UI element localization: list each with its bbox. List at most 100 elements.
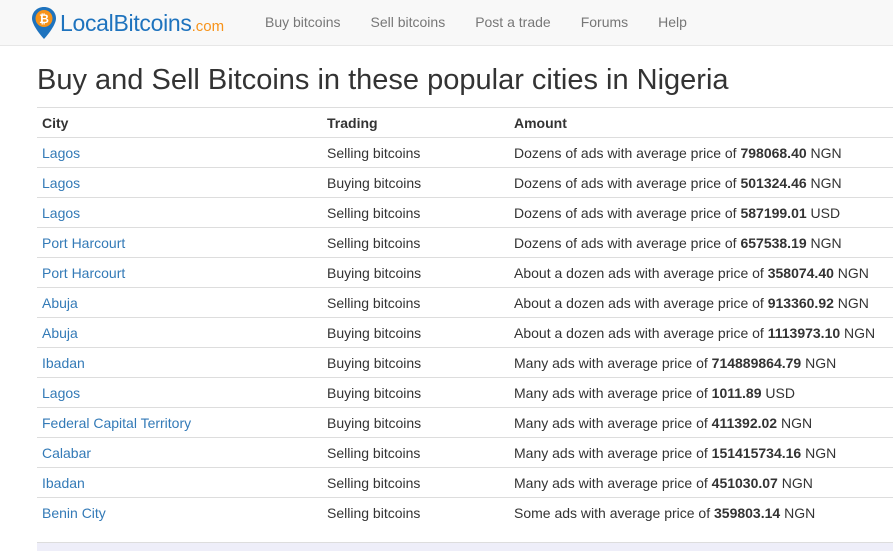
currency-code: NGN: [810, 234, 842, 251]
amount-description: Many ads with average price of: [514, 354, 712, 371]
city-cell: Lagos: [37, 167, 322, 198]
city-link[interactable]: Calabar: [42, 445, 91, 461]
city-link[interactable]: Ibadan: [42, 475, 85, 491]
city-cell: Lagos: [37, 197, 322, 228]
amount-cell: About a dozen ads with average price of …: [509, 287, 893, 318]
table-row: Ibadan Buying bitcoins Many ads with avera…: [37, 347, 893, 378]
city-link[interactable]: Port Harcourt: [42, 235, 125, 251]
table-row: Lagos Buying bitcoins Dozens of ads with a…: [37, 167, 893, 198]
amount-cell: Dozens of ads with average price of 5871…: [509, 197, 893, 228]
average-price: 657538.19: [740, 234, 807, 251]
average-price: 359803.14: [714, 504, 781, 521]
table-row: Lagos Selling bitcoins Dozens of ads with …: [37, 197, 893, 228]
table-row: Abuja Buying bitcoins About a dozen ads wi…: [37, 317, 893, 348]
currency-code: NGN: [780, 414, 813, 431]
nav-forums[interactable]: Forums: [566, 0, 643, 45]
bitcoin-pin-icon: ₿: [32, 7, 56, 39]
amount-cell: About a dozen ads with average price of …: [509, 257, 893, 288]
nav-post-a-trade[interactable]: Post a trade: [460, 0, 566, 45]
amount-cell: Dozens of ads with average price of 6575…: [509, 227, 893, 258]
currency-code: NGN: [810, 144, 842, 161]
city-link[interactable]: Lagos: [42, 385, 80, 401]
amount-cell: Dozens of ads with average price of 5013…: [509, 167, 893, 198]
city-cell: Calabar: [37, 437, 322, 468]
nav-buy-bitcoins[interactable]: Buy bitcoins: [250, 0, 355, 45]
nav-help[interactable]: Help: [643, 0, 702, 45]
city-link[interactable]: Abuja: [42, 325, 78, 341]
table-row: Calabar Selling bitcoins Many ads with ave…: [37, 437, 893, 468]
city-cell: Benin City: [37, 497, 322, 528]
brand-logo-link[interactable]: ₿ LocalBitcoins.com: [31, 6, 224, 40]
city-cell: Federal Capital Territory: [37, 407, 322, 438]
city-link[interactable]: Lagos: [42, 205, 80, 221]
amount-description: Many ads with average price of: [514, 414, 712, 431]
trading-cell: Buying bitcoins: [322, 317, 509, 348]
page-title: Buy and Sell Bitcoins in these popular c…: [37, 64, 729, 96]
table-row: Abuja Selling bitcoins About a dozen ads w…: [37, 287, 893, 318]
amount-description: Dozens of ads with average price of: [514, 234, 741, 251]
amount-cell: Many ads with average price of 1011.89 U…: [509, 377, 893, 408]
trading-cell: Selling bitcoins: [322, 197, 509, 228]
currency-code: USD: [765, 384, 795, 401]
city-link[interactable]: Benin City: [42, 505, 106, 521]
city-link[interactable]: Ibadan: [42, 355, 85, 371]
table-row: Federal Capital Territory Buying bitcoins…: [37, 407, 893, 438]
city-cell: Abuja: [37, 287, 322, 318]
average-price: 714889864.79: [711, 354, 802, 371]
table-header-row: City Trading Amount: [37, 107, 893, 138]
amount-description: Dozens of ads with average price of: [514, 144, 741, 161]
average-price: 587199.01: [740, 204, 807, 221]
nav-links: Buy bitcoins Sell bitcoins Post a trade …: [250, 0, 702, 45]
amount-cell: Some ads with average price of 359803.14…: [509, 497, 893, 528]
amount-description: Some ads with average price of: [514, 504, 714, 521]
header-amount: Amount: [509, 107, 893, 138]
amount-cell: About a dozen ads with average price of …: [509, 317, 893, 348]
currency-code: NGN: [805, 354, 837, 371]
trading-cell: Buying bitcoins: [322, 377, 509, 408]
city-link[interactable]: Lagos: [42, 145, 80, 161]
trading-cell: Buying bitcoins: [322, 347, 509, 378]
city-cell: Ibadan: [37, 467, 322, 498]
city-cell: Port Harcourt: [37, 257, 322, 288]
trading-cell: Buying bitcoins: [322, 257, 509, 288]
city-cell: Port Harcourt: [37, 227, 322, 258]
amount-cell: Many ads with average price of 411392.02…: [509, 407, 893, 438]
table-row: Lagos Buying bitcoins Many ads with averag…: [37, 377, 893, 408]
city-link[interactable]: Federal Capital Territory: [42, 415, 191, 431]
city-link[interactable]: Port Harcourt: [42, 265, 125, 281]
city-link[interactable]: Lagos: [42, 175, 80, 191]
trading-cell: Selling bitcoins: [322, 467, 509, 498]
currency-code: NGN: [805, 444, 837, 461]
amount-cell: Many ads with average price of 151415734…: [509, 437, 893, 468]
nav-sell-bitcoins[interactable]: Sell bitcoins: [355, 0, 460, 45]
average-price: 411392.02: [711, 414, 778, 431]
amount-description: Many ads with average price of: [514, 444, 712, 461]
currency-code: NGN: [844, 324, 876, 341]
city-cell: Ibadan: [37, 347, 322, 378]
trading-cell: Selling bitcoins: [322, 227, 509, 258]
currency-code: NGN: [781, 474, 813, 491]
city-link[interactable]: Abuja: [42, 295, 78, 311]
average-price: 151415734.16: [711, 444, 802, 461]
next-row-partial: [37, 542, 893, 551]
currency-code: NGN: [810, 174, 842, 191]
table-row: Port Harcourt Selling bitcoins Dozens of a…: [37, 227, 893, 258]
table-row: Port Harcourt Buying bitcoins About a doze…: [37, 257, 893, 288]
city-cell: Abuja: [37, 317, 322, 348]
amount-description: Many ads with average price of: [514, 474, 712, 491]
average-price: 798068.40: [740, 144, 807, 161]
amount-description: About a dozen ads with average price of: [514, 324, 768, 341]
average-price: 913360.92: [767, 294, 834, 311]
table-row: Benin City Selling bitcoins Some ads with …: [37, 497, 893, 528]
header-trading: Trading: [322, 107, 509, 138]
currency-code: NGN: [837, 264, 869, 281]
trading-cell: Buying bitcoins: [322, 407, 509, 438]
amount-description: Dozens of ads with average price of: [514, 174, 741, 191]
table-row: Ibadan Selling bitcoins Many ads with aver…: [37, 467, 893, 498]
table-body: Lagos Selling bitcoins Dozens of ads with …: [37, 137, 893, 528]
brand-suffix: .com: [191, 17, 225, 35]
average-price: 451030.07: [711, 474, 778, 491]
table-row: Lagos Selling bitcoins Dozens of ads with …: [37, 137, 893, 168]
amount-description: Dozens of ads with average price of: [514, 204, 741, 221]
trading-cell: Selling bitcoins: [322, 137, 509, 168]
